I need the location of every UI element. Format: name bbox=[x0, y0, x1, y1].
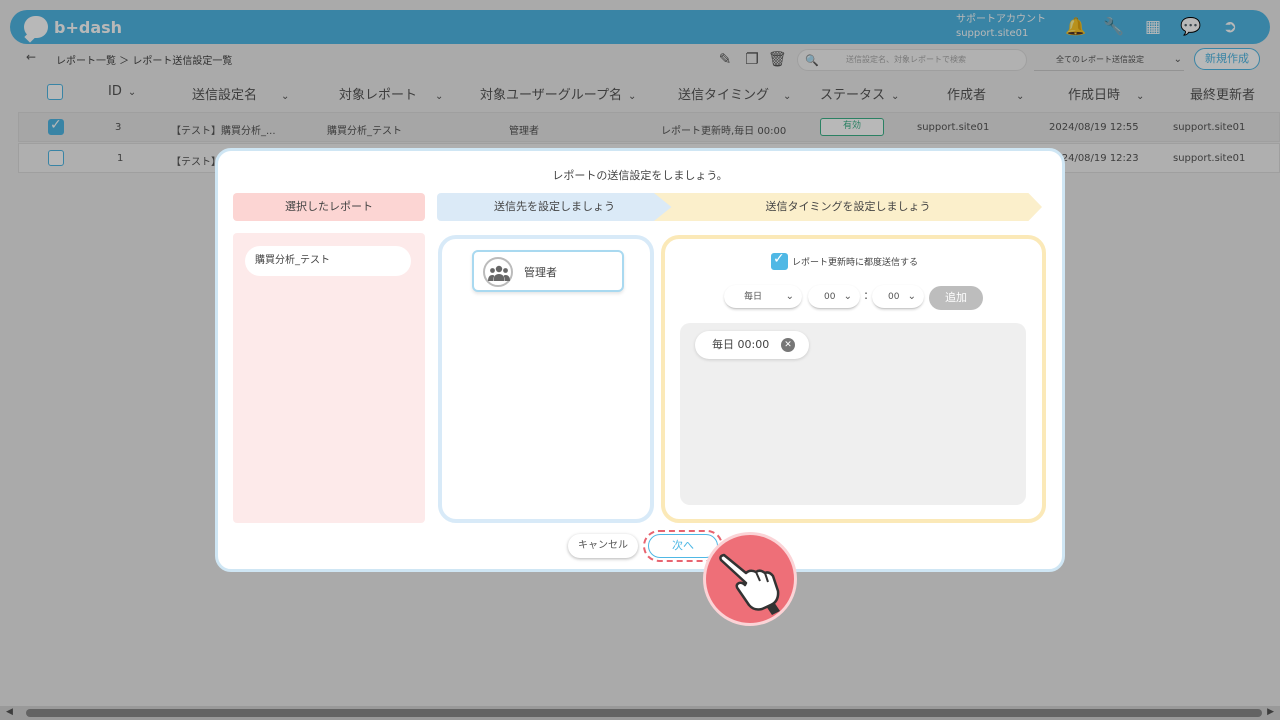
hour-select[interactable]: 00 ⌄ bbox=[808, 285, 860, 309]
recipient-group-chip[interactable]: 管理者 bbox=[472, 250, 624, 292]
modal-title: レポートの送信設定をしましょう。 bbox=[552, 169, 728, 182]
send-on-update-checkbox[interactable] bbox=[771, 251, 788, 270]
user-group-icon bbox=[483, 257, 513, 287]
recipient-panel: 管理者 bbox=[438, 235, 654, 523]
next-button[interactable]: 次へ bbox=[648, 534, 718, 558]
minute-value: 00 bbox=[888, 292, 900, 302]
chevron-down-icon: ⌄ bbox=[907, 291, 916, 302]
step-set-timing: 送信タイミングを設定しましょう bbox=[654, 193, 1042, 221]
scheduled-times-area: 毎日 00:00 ✕ bbox=[680, 323, 1026, 505]
step-set-recipient: 送信先を設定しましょう bbox=[437, 193, 672, 221]
pointing-hand-icon bbox=[703, 532, 797, 626]
recipient-group-label: 管理者 bbox=[524, 266, 557, 279]
minute-select[interactable]: 00 ⌄ bbox=[872, 285, 924, 309]
frequency-value: 毎日 bbox=[744, 292, 763, 302]
send-settings-modal: レポートの送信設定をしましょう。 選択したレポート 送信先を設定しましょう 送信… bbox=[215, 148, 1065, 572]
cancel-button[interactable]: キャンセル bbox=[568, 534, 638, 558]
add-timing-button[interactable]: 追加 bbox=[929, 286, 983, 310]
remove-icon[interactable]: ✕ bbox=[781, 338, 795, 352]
chevron-down-icon: ⌄ bbox=[785, 291, 794, 302]
time-separator: : bbox=[864, 288, 869, 302]
send-on-update-option[interactable]: レポート更新時に都度送信する bbox=[771, 251, 919, 270]
chevron-down-icon: ⌄ bbox=[843, 291, 852, 302]
step-selected-report: 選択したレポート bbox=[233, 193, 425, 221]
send-on-update-label: レポート更新時に都度送信する bbox=[792, 258, 919, 268]
timing-panel: レポート更新時に都度送信する 毎日 ⌄ 00 ⌄ : 00 ⌄ 追加 毎日 00… bbox=[661, 235, 1046, 523]
scheduled-time-chip: 毎日 00:00 ✕ bbox=[695, 331, 809, 359]
frequency-select[interactable]: 毎日 ⌄ bbox=[724, 285, 802, 309]
hour-value: 00 bbox=[824, 292, 836, 302]
selected-report-chip: 購買分析_テスト bbox=[245, 246, 411, 276]
selected-report-panel: 購買分析_テスト bbox=[233, 233, 425, 523]
scheduled-time-label: 毎日 00:00 bbox=[712, 338, 770, 351]
